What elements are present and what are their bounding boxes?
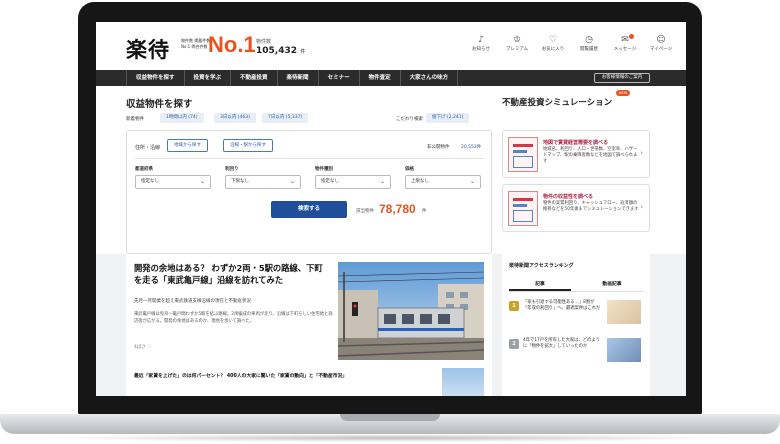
article-second-title[interactable]: 最近「家賃を上げた」のは何パーセント？ 400人の大家に聞いた「家賃の動向」と「…: [134, 372, 434, 379]
new-listings-label: 新着物件: [126, 117, 144, 122]
simulation-card-title: 地図で賃貸経営需要を調べる: [543, 140, 609, 146]
result-count: 78,780: [379, 202, 416, 216]
ranking-item-title: 4年で17戸を所有した大家は、どのように「物件を拡大」していったのか: [523, 338, 600, 349]
ranking-column: 楽待新聞アクセスランキング 記事 動画記事 1 「家も引退する可能性ある…」8割…: [502, 254, 650, 396]
laptop-notch: [340, 414, 440, 421]
search-button[interactable]: 検索する: [271, 201, 347, 218]
chevron-right-icon: ›: [640, 203, 643, 211]
private-listing-label: 非公開物件: [427, 145, 450, 150]
panel-divider: [135, 158, 485, 159]
ranking-title: 楽待新聞アクセスランキング: [509, 263, 574, 269]
article-excerpt: 東武亀戸線は曳舟〜亀戸間わずか5駅を結ぶ路線。2両編成の車両が走り、沿線は下町ら…: [134, 312, 333, 324]
clock-icon: ◷: [585, 35, 593, 45]
laptop-shadow: [40, 434, 740, 442]
simulation-title: 不動産投資シミュレーション: [502, 98, 613, 108]
site-logo[interactable]: 楽待: [126, 34, 170, 64]
nav-item-news[interactable]: 楽待新聞: [278, 70, 319, 86]
crown-icon: ♔: [512, 35, 522, 45]
prefecture-select[interactable]: 指定なし ⌄: [135, 175, 211, 189]
property-count-label: 物件数: [256, 39, 272, 45]
unread-dot: [629, 34, 634, 39]
private-listing-count[interactable]: 20,553件: [461, 144, 481, 150]
ranking-thumb: [607, 338, 641, 362]
nav-item-learn[interactable]: 投資を学ぶ: [185, 70, 232, 86]
logo-tagline: 物件数 掲載件数 No.1 問合件数: [181, 38, 211, 49]
search-by-line-button[interactable]: 沿線・駅から探す: [223, 139, 273, 152]
search-panel: 住所・沿線 地域から探す 沿線・駅から探す 非公開物件 20,553件 都道府県…: [126, 130, 492, 254]
header-history[interactable]: ◷ 閲覧履歴: [572, 34, 606, 52]
location-label: 住所・沿線: [135, 145, 161, 151]
no1-badge: No.1: [208, 32, 256, 57]
new-badge: NEW: [616, 90, 631, 96]
simulation-card-desc: 物件の実質利回り、キャッシュフロー、返済額の推移などを50年後までシミュレーショ…: [543, 201, 639, 212]
header-premium[interactable]: ♔ プレミアム: [500, 34, 534, 52]
simulation-card-map[interactable]: 地図で賃貸経営需要を調べる 地域名、利回り、人口・世帯数、空室率、ハザードマップ…: [502, 130, 650, 178]
search-section: 収益物件を探す 新着物件 1時間以内 (74) 3日以内 (463) 7日以内 …: [96, 86, 686, 254]
map-illustration-icon: [508, 137, 538, 172]
mail-icon: ✉: [608, 34, 642, 46]
chevron-right-icon: ›: [640, 149, 643, 157]
chart-illustration-icon: [508, 191, 538, 226]
chevron-down-icon: ⌄: [199, 178, 205, 185]
simulation-card-desc: 地域名、利回り、人口・世帯数、空室率、ハザードマップ、駅の乗降客数などを地図で調…: [543, 147, 638, 164]
chip-1hour[interactable]: 1時間以内 (74): [160, 113, 204, 123]
tab-video-articles[interactable]: 動画記事: [581, 278, 643, 291]
property-type-label: 物件種別: [315, 167, 333, 172]
chip-7days[interactable]: 7日以内 (5,337): [262, 113, 309, 123]
kodawari-label: こだわり検索: [396, 117, 423, 122]
price-select[interactable]: 上限なし ⌄: [405, 175, 481, 189]
property-type-select[interactable]: 指定なし ⌄: [315, 175, 391, 189]
nav-cta-button[interactable]: お客様情報のご案内: [594, 73, 650, 83]
chip-price-drop[interactable]: 値下げ (2,241): [426, 113, 470, 123]
price-label: 価格: [405, 167, 414, 172]
result-label: 該当物件: [356, 209, 374, 214]
browser-screen: 楽待 物件数 掲載件数 No.1 問合件数 No.1 物件数 105,432 件…: [96, 22, 686, 396]
search-by-area-button[interactable]: 地域から探す: [167, 139, 208, 152]
tab-underline: [509, 291, 643, 292]
header-messages[interactable]: ✉ メッセージ: [608, 34, 642, 52]
header-favorites[interactable]: ♡ お気に入り: [536, 34, 570, 52]
ranking-item-title: 「家も引退する可能性ある…」8割が「年収の利回り」へ、最適案件はこれだ: [523, 300, 601, 311]
nav-item-landlord[interactable]: 大家さんの味方: [401, 70, 459, 86]
main-nav: 収益物件を探す 投資を学ぶ 不動産投資 楽待新聞 セミナー 物件査定 大家さんの…: [96, 70, 686, 86]
chevron-down-icon: ⌄: [379, 178, 385, 185]
bell-icon: ♪: [478, 35, 484, 45]
search-title: 収益物件を探す: [126, 99, 193, 110]
ranking-item[interactable]: 1 「家も引退する可能性ある…」8割が「年収の利回り」へ、最適案件はこれだ: [509, 300, 643, 330]
property-count: 105,432 件: [256, 46, 306, 56]
heart-icon: ♡: [548, 35, 558, 45]
header-mypage[interactable]: ☺ マイページ: [644, 34, 678, 52]
article-column: 開発の余地はある？ わずか2両・5駅の路線、下町を走る「東武亀戸線」沿線を訪れて…: [126, 254, 492, 396]
result-unit: 件: [422, 209, 427, 214]
yield-select[interactable]: 下限なし ⌄: [225, 175, 301, 189]
article-second-thumb[interactable]: [442, 368, 484, 396]
yield-label: 利回り: [225, 167, 239, 172]
chevron-down-icon: ⌄: [469, 178, 475, 185]
prefecture-label: 都道府県: [135, 167, 153, 172]
rank-badge: 1: [509, 301, 519, 311]
tab-articles[interactable]: 記事: [509, 278, 571, 291]
header-notification[interactable]: ♪ お知らせ: [464, 34, 498, 52]
simulation-card-yield[interactable]: 物件の収益性を調べる 物件の実質利回り、キャッシュフロー、返済額の推移などを50…: [502, 184, 650, 232]
ranking-thumb: [607, 300, 641, 324]
nav-item-search[interactable]: 収益物件を探す: [126, 70, 185, 86]
chip-3days[interactable]: 3日以内 (463): [214, 113, 256, 123]
rank-badge: 2: [509, 339, 519, 349]
article-photo[interactable]: [338, 262, 484, 360]
nav-item-appraisal[interactable]: 物件査定: [360, 70, 401, 86]
article-meta: 4ぱさ ♡: [134, 345, 152, 350]
article-subtitle: 先月一月開業を超え東武鉄道支線沿線の現在と不動産状況: [134, 299, 251, 304]
article-title[interactable]: 開発の余地はある？ わずか2両・5駅の路線、下町を走る「東武亀戸線」沿線を訪れて…: [134, 262, 329, 286]
nav-item-investment[interactable]: 不動産投資: [231, 70, 278, 86]
header-icons: ♪ お知らせ ♔ プレミアム ♡ お気に入り ◷ 閲覧履歴 ✉ メッセージ ☺ マイページ: [464, 34, 678, 52]
user-icon: ☺: [656, 35, 666, 45]
chevron-down-icon: ⌄: [289, 178, 295, 185]
site-header: 楽待 物件数 掲載件数 No.1 問合件数 No.1 物件数 105,432 件…: [96, 22, 686, 70]
ranking-item[interactable]: 2 4年で17戸を所有した大家は、どのように「物件を拡大」していったのか: [509, 338, 643, 368]
simulation-card-title: 物件の収益性を調べる: [543, 194, 594, 200]
nav-item-seminar[interactable]: セミナー: [319, 70, 360, 86]
